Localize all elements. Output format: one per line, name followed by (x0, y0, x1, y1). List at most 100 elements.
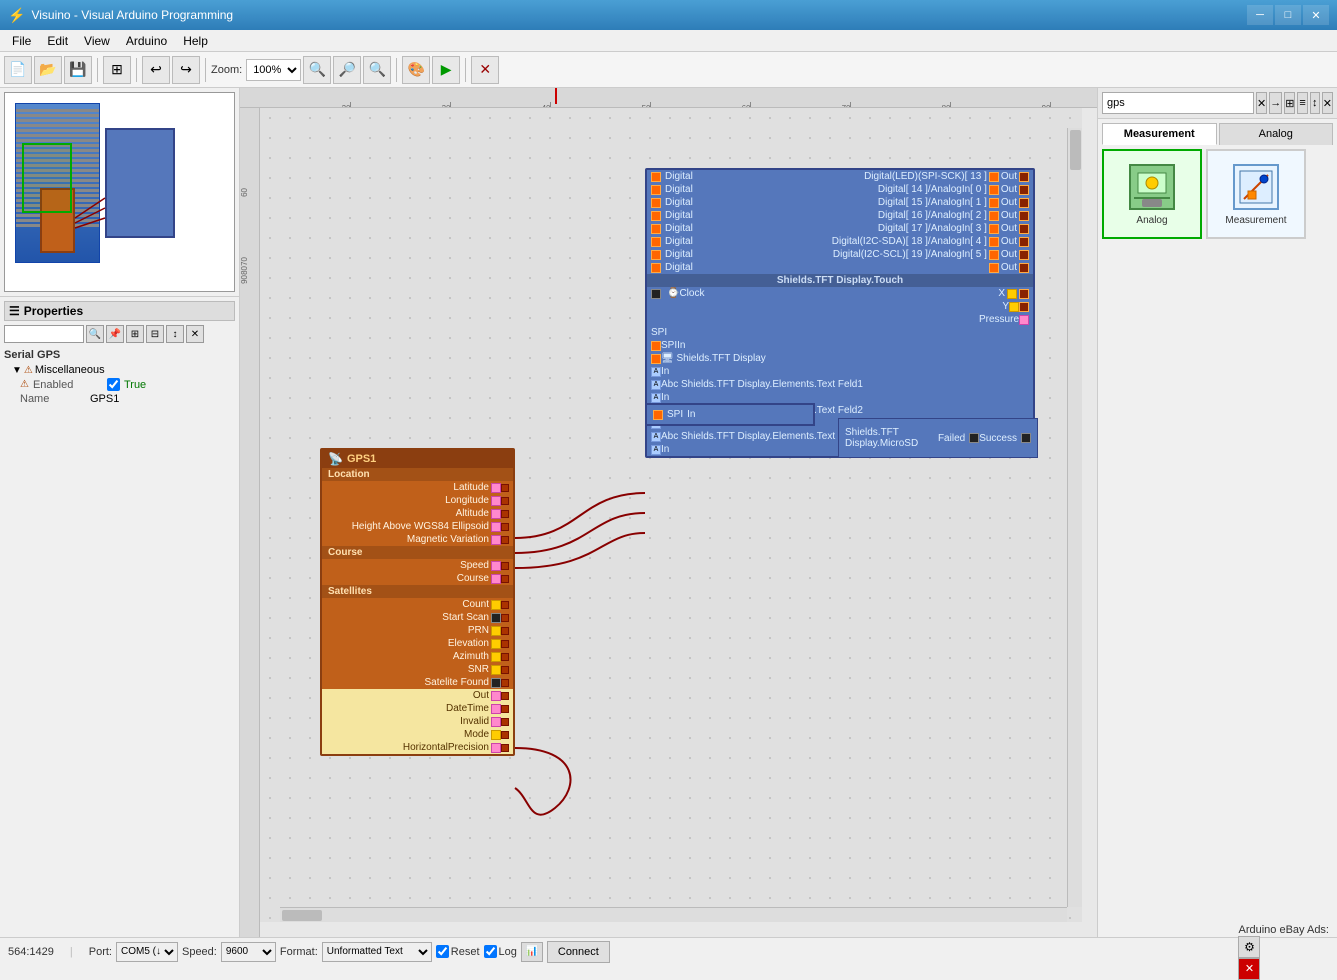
hscroll-thumb[interactable] (282, 910, 322, 921)
grid-view-button[interactable]: ⊞ (1284, 92, 1295, 114)
sort-az-button[interactable]: ↕ (1310, 92, 1320, 114)
port-out-extra-5[interactable] (1019, 237, 1029, 247)
port-latitude2[interactable] (501, 484, 509, 492)
port-invalid2[interactable] (501, 718, 509, 726)
port-digital-4[interactable] (651, 224, 661, 234)
port-out-7[interactable] (989, 263, 999, 273)
port-x[interactable] (1007, 289, 1017, 299)
minimize-button[interactable]: ─ (1247, 5, 1273, 25)
sort-button[interactable]: ↕ (166, 325, 184, 343)
port-out-gps2[interactable] (501, 692, 509, 700)
port-out-extra-0[interactable] (1019, 172, 1029, 182)
ads-close-button[interactable]: ✕ (1238, 958, 1260, 980)
port-course2[interactable] (501, 575, 509, 583)
port-magvar[interactable] (491, 535, 501, 545)
port-longitude2[interactable] (501, 497, 509, 505)
port-digital-7[interactable] (651, 263, 661, 273)
open-button[interactable]: 📂 (34, 56, 62, 84)
port-elevation[interactable] (491, 639, 501, 649)
port-count2[interactable] (501, 601, 509, 609)
menu-file[interactable]: File (4, 32, 39, 50)
ads-settings-button[interactable]: ⚙ (1238, 936, 1260, 958)
horizontal-scrollbar[interactable] (280, 907, 1067, 922)
port-x2[interactable] (1019, 289, 1029, 299)
menu-view[interactable]: View (76, 32, 118, 50)
filter-button[interactable]: ✕ (186, 325, 204, 343)
port-out-extra-4[interactable] (1019, 224, 1029, 234)
port-out-extra-7[interactable] (1019, 263, 1029, 273)
port-failed[interactable] (969, 433, 979, 443)
port-satfound[interactable] (491, 678, 501, 688)
port-digital-6[interactable] (651, 250, 661, 260)
port-feld3-in[interactable]: A (651, 445, 661, 455)
properties-search-input[interactable] (4, 325, 84, 343)
port-digital-1[interactable] (651, 185, 661, 195)
port-out-4[interactable] (989, 224, 999, 234)
port-pressure[interactable] (1019, 315, 1029, 325)
port-feld1-abc[interactable]: A (651, 380, 661, 390)
port-speed2[interactable] (501, 562, 509, 570)
port-prn[interactable] (491, 626, 501, 636)
port-out-extra-2[interactable] (1019, 198, 1029, 208)
component-search-input[interactable] (1102, 92, 1254, 114)
tab-measurement[interactable]: Measurement (1102, 123, 1217, 145)
port-course[interactable] (491, 574, 501, 584)
port-elevation2[interactable] (501, 640, 509, 648)
tab-analog[interactable]: Analog (1219, 123, 1334, 145)
port-out-1[interactable] (989, 185, 999, 195)
port-invalid[interactable] (491, 717, 501, 727)
run-button[interactable]: ▶ (432, 56, 460, 84)
port-out-extra-6[interactable] (1019, 250, 1029, 260)
port-out-2[interactable] (989, 198, 999, 208)
search-button[interactable]: 🔍 (86, 325, 104, 343)
menu-edit[interactable]: Edit (39, 32, 76, 50)
port-out-6[interactable] (989, 250, 999, 260)
speed-select[interactable]: 9600 19200 38400 57600 115200 (221, 942, 276, 962)
port-scan2[interactable] (501, 614, 509, 622)
port-altitude2[interactable] (501, 510, 509, 518)
port-y[interactable] (1009, 302, 1019, 312)
list-view-button[interactable]: ≡ (1297, 92, 1307, 114)
port-clock-in[interactable] (651, 289, 661, 299)
zoom-fit-button[interactable]: 🔍 (303, 56, 331, 84)
component-card-measurement[interactable]: Measurement (1206, 149, 1306, 239)
port-success[interactable] (1021, 433, 1031, 443)
port-digital-5[interactable] (651, 237, 661, 247)
port-datetime[interactable] (491, 704, 501, 714)
port-datetime2[interactable] (501, 705, 509, 713)
port-azimuth2[interactable] (501, 653, 509, 661)
port-out-3[interactable] (989, 211, 999, 221)
new-button[interactable]: 📄 (4, 56, 32, 84)
palette-button[interactable]: 🎨 (402, 56, 430, 84)
close-button[interactable]: ✕ (1303, 5, 1329, 25)
maximize-button[interactable]: □ (1275, 5, 1301, 25)
stop-button[interactable]: ✕ (471, 56, 499, 84)
undo-button[interactable]: ↩ (142, 56, 170, 84)
connect-button[interactable]: Connect (547, 941, 610, 963)
reset-checkbox[interactable] (436, 945, 449, 958)
port-speed[interactable] (491, 561, 501, 571)
port-prn2[interactable] (501, 627, 509, 635)
port-count[interactable] (491, 600, 501, 610)
format-select[interactable]: Unformatted Text ASCII HEX (322, 942, 432, 962)
tree-miscellaneous[interactable]: ▼ ⚠ Miscellaneous (4, 363, 235, 377)
port-magvar2[interactable] (501, 536, 509, 544)
port-scan[interactable] (491, 613, 501, 623)
port-hgt2[interactable] (501, 523, 509, 531)
port-mode2[interactable] (501, 731, 509, 739)
port-display-in[interactable] (651, 354, 661, 364)
pin-button[interactable]: 📌 (106, 325, 124, 343)
port-out-extra-3[interactable] (1019, 211, 1029, 221)
menu-arduino[interactable]: Arduino (118, 32, 175, 50)
port-altitude[interactable] (491, 509, 501, 519)
redo-button[interactable]: ↪ (172, 56, 200, 84)
port-select[interactable]: COM5 (↓ COM1 COM2 COM3 COM4 (116, 942, 178, 962)
port-digital-3[interactable] (651, 211, 661, 221)
port-y2[interactable] (1019, 302, 1029, 312)
grid-button[interactable]: ⊞ (103, 56, 131, 84)
port-feld1-in[interactable]: A (651, 393, 661, 403)
collapse-button[interactable]: ⊟ (146, 325, 164, 343)
zoom-select[interactable]: 100% 75% 125% 150% (246, 59, 301, 81)
port-display-abc[interactable]: A (651, 367, 661, 377)
port-out-5[interactable] (989, 237, 999, 247)
